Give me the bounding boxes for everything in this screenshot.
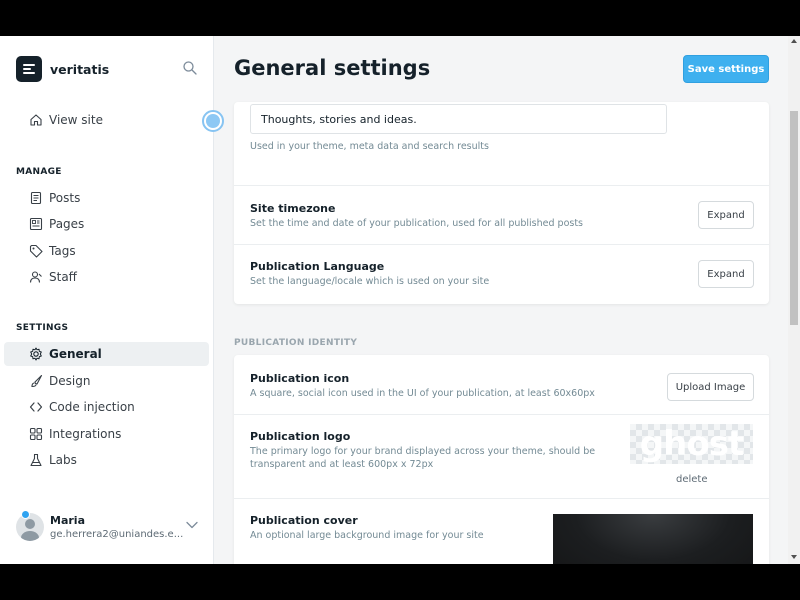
- manage-section-label: MANAGE: [16, 167, 62, 177]
- brush-icon: [28, 373, 44, 389]
- flask-icon: [28, 452, 44, 468]
- publication-identity-label: PUBLICATION IDENTITY: [234, 338, 358, 348]
- timezone-expand-button[interactable]: Expand: [698, 201, 754, 229]
- main-content: General settings Save settings Used in y…: [215, 36, 788, 564]
- sidebar-item-label: Code injection: [49, 400, 135, 414]
- sidebar-item-code-injection[interactable]: Code injection: [4, 395, 209, 419]
- publication-icon-title: Publication icon: [250, 372, 350, 385]
- upload-image-button[interactable]: Upload Image: [667, 373, 754, 401]
- chevron-down-icon[interactable]: [186, 521, 198, 529]
- gear-icon: [28, 346, 44, 362]
- user-name: Maria: [50, 514, 85, 527]
- sidebar-item-label: Labs: [49, 453, 77, 467]
- user-email: ge.herrera2@uniandes.e...: [50, 529, 184, 540]
- brand-name: veritatis: [50, 61, 110, 77]
- publication-identity-card: Publication icon A square, social icon u…: [234, 355, 769, 564]
- search-icon[interactable]: [182, 60, 198, 76]
- language-expand-button[interactable]: Expand: [698, 260, 754, 288]
- scroll-up-icon[interactable]: [791, 39, 797, 43]
- delete-logo-link[interactable]: delete: [676, 474, 708, 485]
- sidebar-item-label: Pages: [49, 217, 85, 231]
- sidebar-item-label: Integrations: [49, 427, 122, 441]
- avatar: [16, 513, 44, 541]
- timezone-title: Site timezone: [250, 202, 336, 215]
- meta-settings-card: Used in your theme, meta data and search…: [234, 102, 769, 304]
- staff-icon: [28, 269, 44, 285]
- publication-logo-image[interactable]: ghost: [630, 424, 753, 464]
- posts-icon: [28, 190, 44, 206]
- save-settings-button[interactable]: Save settings: [683, 55, 769, 83]
- integrations-icon: [28, 426, 44, 442]
- sidebar-item-posts[interactable]: Posts: [4, 186, 209, 210]
- sidebar-item-label: Posts: [49, 191, 81, 205]
- description-input[interactable]: [250, 104, 667, 134]
- brand-logo-icon: [16, 56, 42, 82]
- page-title: General settings: [234, 56, 431, 80]
- settings-section-label: SETTINGS: [16, 323, 69, 333]
- sidebar-item-labs[interactable]: Labs: [4, 448, 209, 472]
- publication-cover-image[interactable]: [553, 514, 753, 564]
- sidebar: veritatis View site MANAGE Posts Pages T…: [0, 36, 214, 564]
- pages-icon: [28, 216, 44, 232]
- online-status-dot: [21, 510, 30, 519]
- home-icon: [28, 112, 44, 128]
- language-desc: Set the language/locale which is used on…: [250, 276, 490, 287]
- sidebar-item-staff[interactable]: Staff: [4, 265, 209, 289]
- scroll-down-icon[interactable]: [791, 555, 797, 559]
- sidebar-item-label: Design: [49, 374, 91, 388]
- tag-icon: [28, 243, 44, 259]
- language-title: Publication Language: [250, 260, 385, 273]
- sidebar-item-design[interactable]: Design: [4, 369, 209, 393]
- sidebar-item-label: View site: [49, 113, 103, 127]
- app-window: veritatis View site MANAGE Posts Pages T…: [0, 36, 800, 564]
- sidebar-item-tags[interactable]: Tags: [4, 239, 209, 263]
- sidebar-item-general[interactable]: General: [4, 342, 209, 366]
- brand[interactable]: veritatis: [16, 56, 109, 82]
- publication-cover-title: Publication cover: [250, 514, 358, 527]
- timezone-desc: Set the time and date of your publicatio…: [250, 218, 584, 229]
- sidebar-item-integrations[interactable]: Integrations: [4, 422, 209, 446]
- sidebar-item-label: Staff: [49, 270, 77, 284]
- sidebar-item-view-site[interactable]: View site: [4, 108, 209, 132]
- publication-logo-desc: The primary logo for your brand displaye…: [250, 446, 596, 470]
- sidebar-item-pages[interactable]: Pages: [4, 212, 209, 236]
- publication-icon-desc: A square, social icon used in the UI of …: [250, 388, 595, 399]
- sidebar-item-label: General: [49, 347, 102, 361]
- description-help: Used in your theme, meta data and search…: [250, 141, 489, 152]
- scrollbar[interactable]: [788, 36, 800, 564]
- user-menu[interactable]: Maria ge.herrera2@uniandes.e...: [16, 510, 206, 544]
- code-icon: [28, 399, 44, 415]
- publication-cover-desc: An optional large background image for y…: [250, 530, 484, 541]
- publication-logo-title: Publication logo: [250, 430, 351, 443]
- scroll-thumb[interactable]: [790, 111, 798, 325]
- sidebar-item-label: Tags: [49, 244, 76, 258]
